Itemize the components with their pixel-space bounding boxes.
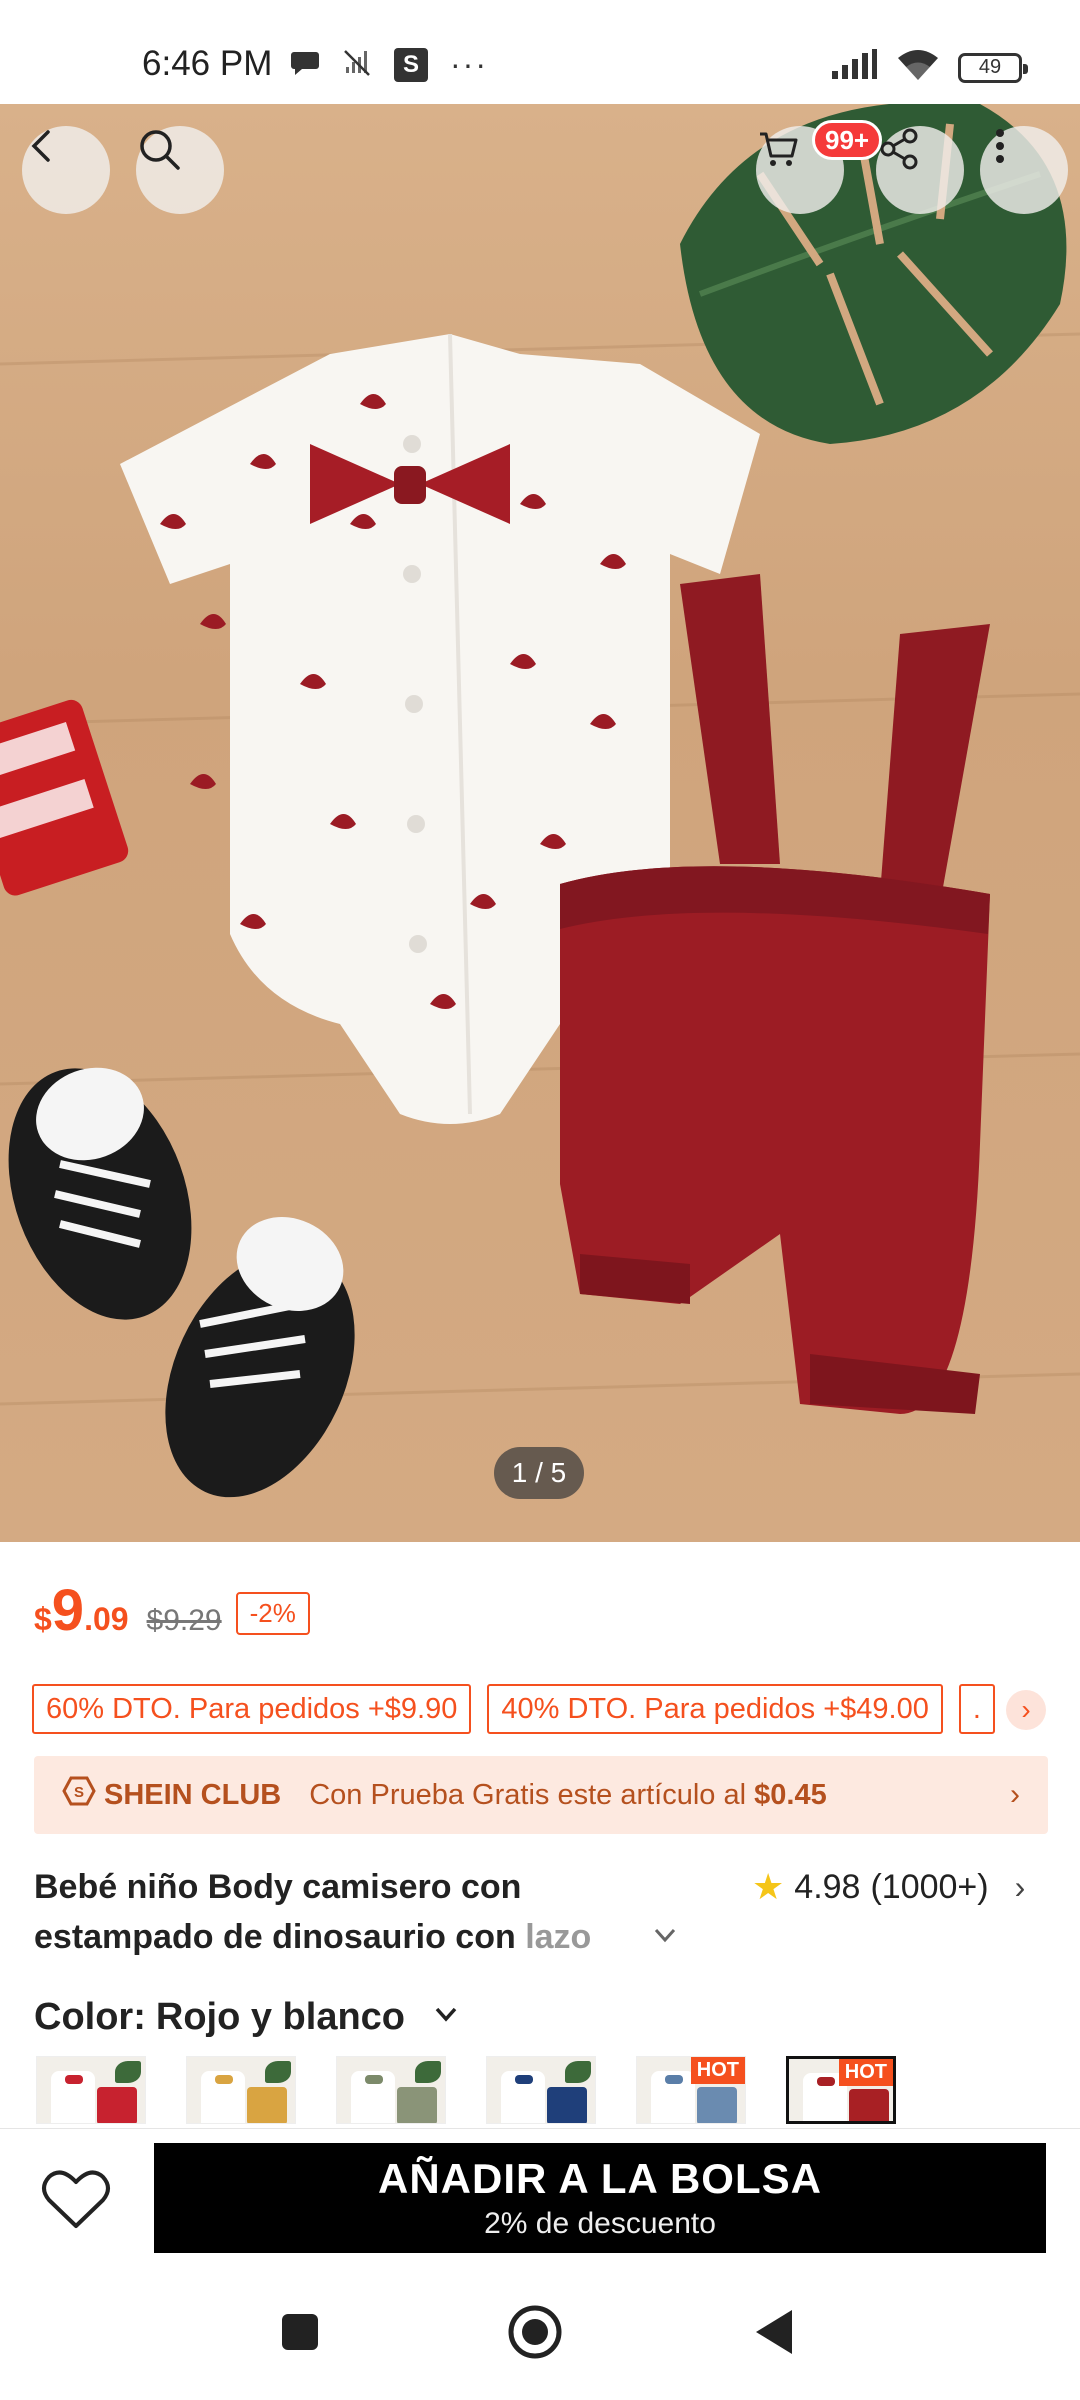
chevron-right-icon: › <box>1014 1868 1026 1905</box>
color-swatch-selected[interactable]: HOT <box>786 2056 896 2124</box>
coupon-more[interactable]: . <box>958 1684 995 1734</box>
star-icon: ★ <box>752 1866 785 1907</box>
leaf-icon <box>265 2061 291 2083</box>
coupon-40[interactable]: 40% DTO. Para pedidos +$49.00 <box>487 1684 943 1734</box>
share-button[interactable] <box>876 126 964 214</box>
status-time: 6:46 PM <box>142 44 273 83</box>
color-swatch[interactable] <box>186 2056 296 2124</box>
chat-bubble-icon <box>290 47 320 82</box>
baby-shoes <box>8 1067 355 1498</box>
more-options-button[interactable] <box>980 126 1068 214</box>
cart-button[interactable]: 99+ <box>756 120 883 214</box>
chevron-right-icon: › <box>1010 1778 1020 1811</box>
price-currency: $ <box>34 1601 52 1637</box>
product-title[interactable]: Bebé niño Body camisero con estampado de… <box>34 1862 694 1962</box>
club-name: SHEIN CLUB <box>104 1778 282 1811</box>
color-selector-header[interactable]: Color: Rojo y blanco <box>34 1996 461 2039</box>
club-price: $0.45 <box>754 1778 827 1811</box>
price-decimal: .09 <box>84 1601 129 1637</box>
review-count: (1000+) <box>870 1867 989 1906</box>
wifi-icon <box>896 48 940 87</box>
product-title-fade: lazo <box>525 1918 592 1956</box>
system-nav-bar <box>0 2274 1080 2400</box>
expand-title-button[interactable] <box>650 1920 680 1958</box>
image-pager: 1 / 5 <box>494 1447 584 1499</box>
color-swatch[interactable]: HOT <box>636 2056 746 2124</box>
chevron-right-icon: › <box>1021 1694 1031 1725</box>
add-to-bag-sublabel: 2% de descuento <box>484 2207 716 2240</box>
svg-text:S: S <box>74 1784 84 1801</box>
add-to-bag-button[interactable]: AÑADIR A LA BOLSA 2% de descuento <box>154 2143 1046 2253</box>
discount-badge: -2% <box>235 1592 310 1635</box>
chevron-down-icon <box>650 1924 680 1957</box>
s-app-icon: S <box>394 47 428 82</box>
no-sim-signal-icon <box>342 47 372 82</box>
status-right-icons: 49 <box>830 48 1028 87</box>
back-nav-button[interactable] <box>744 2304 804 2364</box>
club-logo: S SHEIN CLUB <box>62 1776 281 1814</box>
status-bar: 6:46 PM S ··· 49 <box>0 0 1080 104</box>
product-title-main: Bebé niño Body camisero con estampado de… <box>34 1868 522 1956</box>
status-left-icons: S ··· <box>290 46 488 83</box>
cart-count-badge: 99+ <box>812 120 883 160</box>
color-label: Color: <box>34 1996 146 2038</box>
product-page: 6:46 PM S ··· 49 99+ 1 / 5 $ 9 .09 $9.29… <box>0 0 1080 2400</box>
battery-icon: 49 <box>958 52 1028 83</box>
heart-icon <box>41 2168 111 2235</box>
bottom-action-bar: AÑADIR A LA BOLSA 2% de descuento <box>0 2128 1080 2274</box>
product-image-carousel[interactable]: 99+ 1 / 5 <box>0 104 1080 1542</box>
product-photo <box>0 104 1080 1498</box>
club-text: Con Prueba Gratis este artículo al <box>309 1778 747 1811</box>
toy-bus <box>0 699 129 896</box>
coupon-row: 60% DTO. Para pedidos +$9.90 40% DTO. Pa… <box>32 1684 995 1734</box>
more-dots-icon: ··· <box>450 46 488 82</box>
hot-badge: HOT <box>838 2059 893 2086</box>
price-integer: 9 <box>51 1578 85 1643</box>
leaf-icon <box>115 2061 141 2083</box>
back-button[interactable] <box>22 126 110 214</box>
coupons-next-button[interactable]: › <box>1006 1690 1046 1730</box>
color-value: Rojo y blanco <box>155 1996 406 2038</box>
color-swatches: HOT HOT <box>36 2056 896 2124</box>
leaf-icon <box>415 2061 441 2083</box>
rating-summary[interactable]: ★ 4.98 (1000+) › <box>752 1866 1025 1908</box>
home-button[interactable] <box>505 2304 565 2364</box>
shein-club-banner[interactable]: S SHEIN CLUB Con Prueba Gratis este artí… <box>34 1756 1048 1834</box>
color-swatch[interactable] <box>336 2056 446 2124</box>
original-price: $9.29 <box>146 1604 222 1637</box>
search-button[interactable] <box>136 126 224 214</box>
price-row: $ 9 .09 $9.29 -2% <box>34 1582 310 1643</box>
color-swatch[interactable] <box>486 2056 596 2124</box>
chevron-down-icon <box>431 1999 461 2037</box>
recent-apps-button[interactable] <box>270 2304 330 2364</box>
rating-value: 4.98 <box>794 1867 861 1906</box>
coupon-60[interactable]: 60% DTO. Para pedidos +$9.90 <box>32 1684 472 1734</box>
club-badge-icon: S <box>62 1776 96 1814</box>
hot-badge: HOT <box>690 2057 745 2084</box>
leaf-icon <box>565 2061 591 2083</box>
club-description: Con Prueba Gratis este artículo al $0.45 <box>309 1779 826 1812</box>
color-swatch[interactable] <box>36 2056 146 2124</box>
back-triangle-icon <box>752 2308 796 2361</box>
square-icon <box>280 2312 320 2357</box>
cell-signal-icon <box>830 49 878 86</box>
add-to-bag-label: AÑADIR A LA BOLSA <box>378 2155 822 2202</box>
home-circle-icon <box>506 2303 564 2366</box>
wishlist-button[interactable] <box>38 2163 114 2239</box>
